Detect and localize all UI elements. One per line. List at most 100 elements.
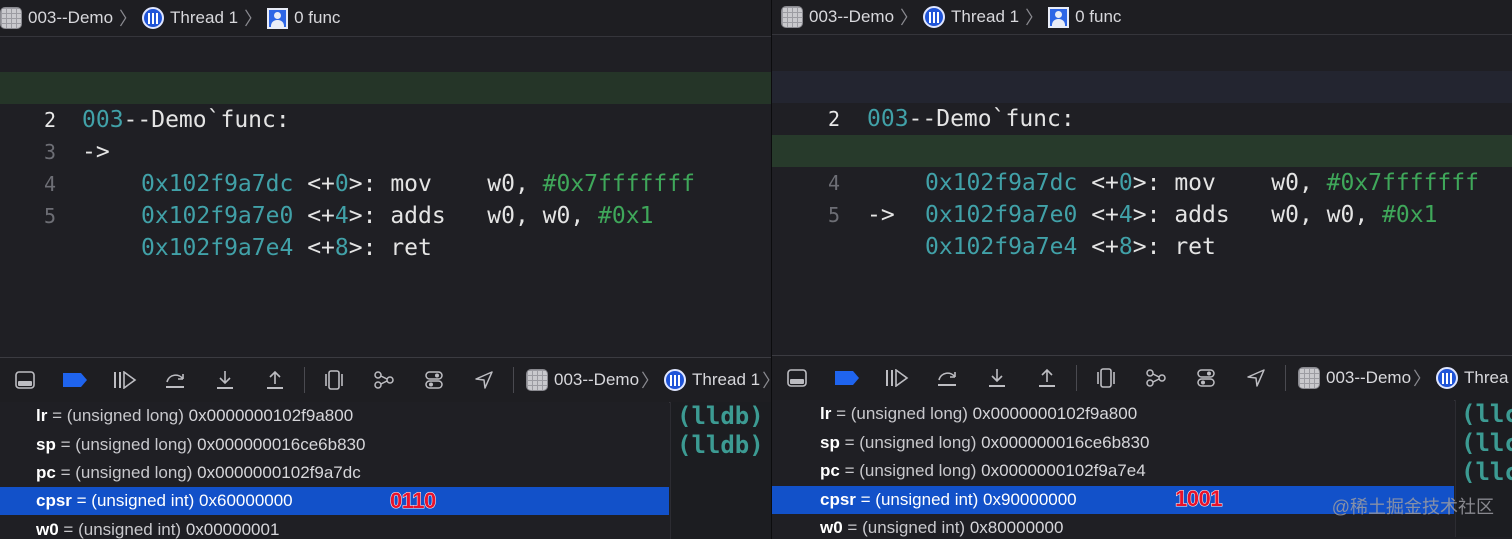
thread-icon <box>923 6 946 28</box>
variable-type: = (unsigned long) <box>844 461 977 480</box>
variable-name: lr <box>820 404 832 423</box>
memory-graph-icon[interactable] <box>359 358 409 402</box>
variable-name: w0 <box>36 520 59 539</box>
continue-icon[interactable] <box>872 356 922 400</box>
simulate-location-icon[interactable] <box>459 358 509 402</box>
breadcrumb-project[interactable]: 003--Demo <box>781 6 894 28</box>
memory-graph-icon[interactable] <box>1131 356 1181 400</box>
code-line: 4 0x102f9a7e4 <+8>: ret <box>0 136 771 261</box>
environment-overrides-icon[interactable] <box>409 358 459 402</box>
variable-row[interactable]: pc = (unsigned long) 0x0000000102f9a7e4 <box>772 457 1454 485</box>
breadcrumb-frame-label: 0 func <box>294 8 341 27</box>
chevron-right-icon: 〉 <box>900 8 919 28</box>
variable-row-selected[interactable]: cpsr = (unsigned int) 0x60000000 <box>0 487 669 515</box>
disassembly-editor[interactable]: 1 003--Demo`func: 2 0x102f9a7dc <+0>: mo… <box>772 35 1512 353</box>
hide-debug-area-icon[interactable] <box>772 356 822 400</box>
variables-view[interactable]: lr = (unsigned long) 0x0000000102f9a800 … <box>0 402 669 539</box>
breadcrumb-thread-label: Thread 1 <box>692 370 761 389</box>
variable-type: = (unsigned int) <box>63 520 182 539</box>
variable-name: sp <box>36 435 56 454</box>
debug-breadcrumb-project[interactable]: 003--Demo <box>1298 367 1411 389</box>
debug-breadcrumb-thread[interactable]: Thread 1 <box>664 369 760 391</box>
view-hierarchy-icon[interactable] <box>309 358 359 402</box>
breadcrumb-frame[interactable]: 0 func <box>1048 6 1122 28</box>
variable-name: lr <box>36 406 48 425</box>
toolbar-divider <box>513 367 514 393</box>
code-line: 5 <box>0 168 771 228</box>
breadcrumb-thread-label: Thread 1 <box>951 7 1020 26</box>
lldb-prompt: (lldb) <box>677 431 764 459</box>
continue-icon[interactable] <box>100 358 150 402</box>
breadcrumb-thread-label: Threa <box>1464 368 1509 387</box>
chevron-right-icon: 〉 <box>1025 8 1044 28</box>
line-number: 5 <box>827 203 840 227</box>
variable-row[interactable]: lr = (unsigned long) 0x0000000102f9a800 <box>772 400 1454 428</box>
variable-value: 0x000000016ce6b830 <box>197 435 366 454</box>
debug-breadcrumb-project[interactable]: 003--Demo <box>526 369 639 391</box>
offset-open: <+ <box>307 235 335 261</box>
environment-overrides-icon[interactable] <box>1181 356 1231 400</box>
editor-jump-bar: 003--Demo 〉 Thread 1 〉 0 func <box>0 0 771 37</box>
variable-value: 0x90000000 <box>983 490 1077 509</box>
breadcrumb-frame-label: 0 func <box>1075 7 1122 26</box>
left-xcode-pane: 003--Demo 〉 Thread 1 〉 0 func 1 003--Dem… <box>0 0 771 539</box>
instruction-offset: 4 <box>1118 202 1133 228</box>
variable-type: = (unsigned long) <box>844 433 977 452</box>
instruction-address: 0x102f9a7e4 <box>141 235 294 261</box>
app-icon <box>526 369 548 391</box>
variable-type: = (unsigned int) <box>847 518 966 537</box>
offset-close: >: <box>1132 202 1161 228</box>
step-into-icon[interactable] <box>972 356 1022 400</box>
debug-toolbar: 003--Demo 〉 Threa <box>772 355 1512 401</box>
editor-jump-bar: 003--Demo 〉 Thread 1 〉 0 func <box>772 0 1512 35</box>
variable-value: 0x0000000102f9a800 <box>972 404 1138 423</box>
breakpoint-toggle-icon[interactable] <box>822 356 872 400</box>
variable-value: 0x0000000102f9a7e4 <box>981 461 1146 480</box>
variable-type: = (unsigned long) <box>52 406 184 425</box>
variable-row[interactable]: sp = (unsigned long) 0x000000016ce6b830 <box>0 431 669 459</box>
hide-debug-area-icon[interactable] <box>0 358 50 402</box>
line-number: 5 <box>43 204 56 228</box>
variable-row[interactable]: lr = (unsigned long) 0x0000000102f9a800 <box>0 402 669 430</box>
step-out-icon[interactable] <box>1022 356 1072 400</box>
offset-open: <+ <box>1091 202 1119 228</box>
breadcrumb-thread[interactable]: Thread 1 <box>923 6 1019 28</box>
code-line: 2 0x102f9a7dc <+0>: mov w0, #0x7fffffff <box>772 71 1512 196</box>
variable-row[interactable]: pc = (unsigned long) 0x0000000102f9a7dc <box>0 459 669 487</box>
opcode: ret <box>390 235 446 261</box>
operands: w0, w0, <box>487 203 599 229</box>
view-hierarchy-icon[interactable] <box>1081 356 1131 400</box>
instruction-offset: 4 <box>334 203 349 229</box>
instruction-address: 0x102f9a7e4 <box>925 234 1078 260</box>
variable-value: 0x00000001 <box>185 520 280 539</box>
simulate-location-icon[interactable] <box>1231 356 1281 400</box>
nzcv-annotation: 1001 <box>1175 486 1223 512</box>
step-over-icon[interactable] <box>150 358 200 402</box>
variable-value: 0x60000000 <box>199 491 293 510</box>
step-out-icon[interactable] <box>250 358 300 402</box>
breadcrumb-project[interactable]: 003--Demo <box>0 7 113 29</box>
debug-breadcrumb-thread[interactable]: Threa <box>1436 367 1508 389</box>
variable-row[interactable]: sp = (unsigned long) 0x000000016ce6b830 <box>772 429 1454 457</box>
lldb-prompt: (lldb) <box>677 402 764 430</box>
pc-arrow: -> <box>867 202 895 228</box>
chevron-right-icon: 〉 <box>119 9 138 29</box>
breakpoint-toggle-icon[interactable] <box>50 358 100 402</box>
lldb-console[interactable]: (lldb) (lldb) <box>670 402 771 539</box>
watermark-text: @稀土掘金技术社区 <box>1331 497 1494 517</box>
breadcrumb-thread[interactable]: Thread 1 <box>142 7 238 29</box>
toolbar-divider <box>1285 365 1286 391</box>
variable-name: w0 <box>820 518 843 537</box>
offset-open: <+ <box>1091 234 1119 260</box>
opcode: ret <box>1174 234 1230 260</box>
chevron-right-icon: 〉 <box>762 367 771 393</box>
variable-name: cpsr <box>36 491 72 510</box>
disassembly-editor[interactable]: 1 003--Demo`func: 2 -> 0x102f9a7dc <+0>:… <box>0 37 771 355</box>
variable-type: = (unsigned int) <box>76 491 195 510</box>
immediate: #0x1 <box>1382 202 1438 228</box>
breadcrumb-frame[interactable]: 0 func <box>267 7 341 29</box>
variable-row[interactable]: w0 = (unsigned int) 0x00000001 <box>0 516 669 539</box>
instruction-offset: 8 <box>334 235 349 261</box>
step-into-icon[interactable] <box>200 358 250 402</box>
step-over-icon[interactable] <box>922 356 972 400</box>
